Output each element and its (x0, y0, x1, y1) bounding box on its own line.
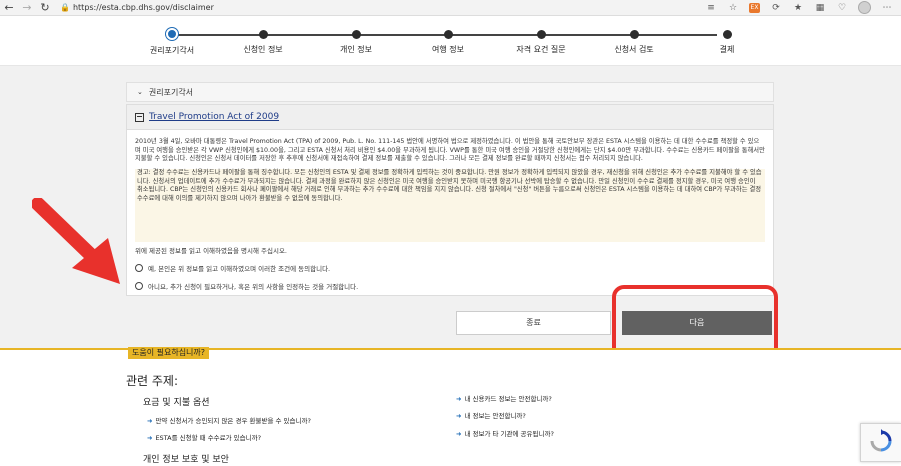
chevron-down-icon: ⌄ (137, 88, 143, 96)
profile-avatar[interactable] (858, 1, 871, 14)
url-text: https://esta.cbp.dhs.gov/disclaimer (72, 3, 214, 12)
related-topics-title: 관련 주제: (126, 374, 179, 388)
step-label: 신청서 검토 (614, 45, 654, 54)
confirm-question: 위에 제공된 정보를 읽고 이해하였음을 명시해 주십시오. (135, 247, 288, 255)
exit-button[interactable]: 종료 (456, 311, 611, 335)
radio-label: 아니요, 추가 신청이 필요하거나, 혹은 위의 사항을 인정하는 것을 거절합… (148, 283, 359, 291)
step-travel-info: 여행 정보 (398, 27, 498, 55)
tpa-paragraph: 2010년 3월 4일, 오바마 대통령은 Travel Promotion A… (135, 138, 765, 163)
privacy-heading: 개인 정보 보호 및 보안 (143, 455, 229, 465)
extension-badge-icon[interactable]: EX (749, 2, 760, 13)
step-label: 여행 정보 (432, 45, 464, 54)
radio-option-yes[interactable]: 예, 본인은 위 정보를 읽고 이해하였으며 이러한 조건에 동의합니다. (135, 263, 330, 273)
radio-button[interactable] (135, 264, 143, 272)
waiver-accordion-header[interactable]: ⌄ 권리포기각서 (126, 82, 774, 102)
star-outline-icon[interactable]: ☆ (727, 3, 739, 13)
collections-icon[interactable]: ▦ (814, 3, 826, 13)
faq-link[interactable]: ➜ 만약 신청서가 승인되지 않은 경우 환불받을 수 있습니까? (147, 415, 311, 425)
address-bar[interactable]: 🔒 https://esta.cbp.dhs.gov/disclaimer (60, 1, 660, 14)
step-eligibility: 자격 요건 질문 (491, 27, 591, 55)
tpa-card: Travel Promotion Act of 2009 2010년 3월 4일… (126, 104, 774, 296)
step-dot (722, 30, 732, 39)
faq-link[interactable]: ➜ 내 정보는 안전합니까? (456, 410, 526, 420)
back-arrow-icon[interactable]: ← (0, 1, 18, 14)
forward-arrow-icon[interactable]: → (18, 1, 36, 14)
link-text: ESTA를 신청할 때 수수료가 있습니까? (155, 434, 262, 442)
radio-label: 예, 본인은 위 정보를 읽고 이해하였으며 이러한 조건에 동의합니다. (148, 265, 331, 273)
arrow-right-icon: ➜ (456, 412, 462, 420)
faq-link[interactable]: ➜ 내 신용카드 정보는 안전합니까? (456, 393, 552, 403)
step-label: 개인 정보 (340, 45, 372, 54)
step-dot (629, 30, 639, 39)
browser-toolbar: ← → ↻ 🔒 https://esta.cbp.dhs.gov/disclai… (0, 0, 901, 16)
step-waiver: 권리포기각서 (122, 27, 222, 56)
step-label: 결제 (719, 45, 735, 54)
recaptcha-badge[interactable] (860, 423, 901, 462)
step-review: 신청서 검토 (584, 27, 684, 55)
step-label: 신청인 정보 (243, 45, 283, 54)
refresh-extension-icon[interactable]: ⟳ (770, 3, 782, 13)
step-label: 권리포기각서 (149, 46, 195, 55)
radio-button[interactable] (135, 282, 143, 290)
warning-paragraph: 경고: 결정 수수료는 신용카드나 페이팔을 통해 징수합니다. 모든 신청인의… (135, 169, 765, 242)
fees-heading: 요금 및 지불 옵션 (143, 398, 210, 408)
link-text: 내 정보는 안전합니까? (464, 412, 526, 420)
link-text: 만약 신청서가 승인되지 않은 경우 환불받을 수 있습니까? (155, 417, 311, 425)
accordion-label: 권리포기각서 (148, 87, 194, 97)
card-title[interactable]: Travel Promotion Act of 2009 (149, 112, 279, 122)
radio-option-no[interactable]: 아니요, 추가 신청이 필요하거나, 혹은 위의 사항을 인정하는 것을 거절합… (135, 281, 358, 291)
help-badge: 도움이 필요하십니까? (128, 347, 210, 359)
step-dot (536, 30, 546, 39)
footer (0, 350, 901, 466)
arrow-right-icon: ➜ (147, 417, 153, 425)
arrow-right-icon: ➜ (147, 434, 153, 442)
step-label: 자격 요건 질문 (516, 45, 566, 54)
refresh-icon[interactable]: ↻ (36, 1, 54, 14)
step-personal-info: 개인 정보 (306, 27, 406, 55)
progress-stepper: 권리포기각서 신청인 정보 개인 정보 여행 정보 자격 요건 질문 신청서 검… (0, 16, 901, 66)
lock-icon: 🔒 (60, 3, 70, 12)
faq-link[interactable]: ➜ ESTA를 신청할 때 수수료가 있습니까? (147, 432, 261, 442)
more-menu-icon[interactable]: ⋯ (881, 3, 893, 13)
step-applicant-info: 신청인 정보 (213, 27, 313, 55)
document-icon (135, 112, 144, 122)
faq-link[interactable]: ➜ 내 정보가 타 기관에 공유됩니까? (456, 428, 554, 438)
arrow-right-icon: ➜ (456, 430, 462, 438)
step-dot (443, 30, 453, 39)
step-dot (258, 30, 268, 39)
red-arrow-icon (32, 198, 120, 284)
favorites-icon[interactable]: ★ (792, 3, 804, 13)
link-text: 내 정보가 타 기관에 공유됩니까? (464, 430, 554, 438)
step-dot-active (166, 28, 178, 40)
card-header: Travel Promotion Act of 2009 (127, 105, 773, 130)
link-text: 내 신용카드 정보는 안전합니까? (464, 395, 552, 403)
browser-extensions: ≡ ☆ EX ⟳ ★ ▦ ♡ ⋯ (705, 1, 893, 14)
step-payment: 결제 (677, 27, 777, 55)
heart-icon[interactable]: ♡ (836, 3, 848, 13)
recaptcha-icon (870, 429, 892, 452)
step-dot (351, 30, 361, 39)
translate-icon[interactable]: ≡ (705, 3, 717, 13)
arrow-right-icon: ➜ (456, 395, 462, 403)
